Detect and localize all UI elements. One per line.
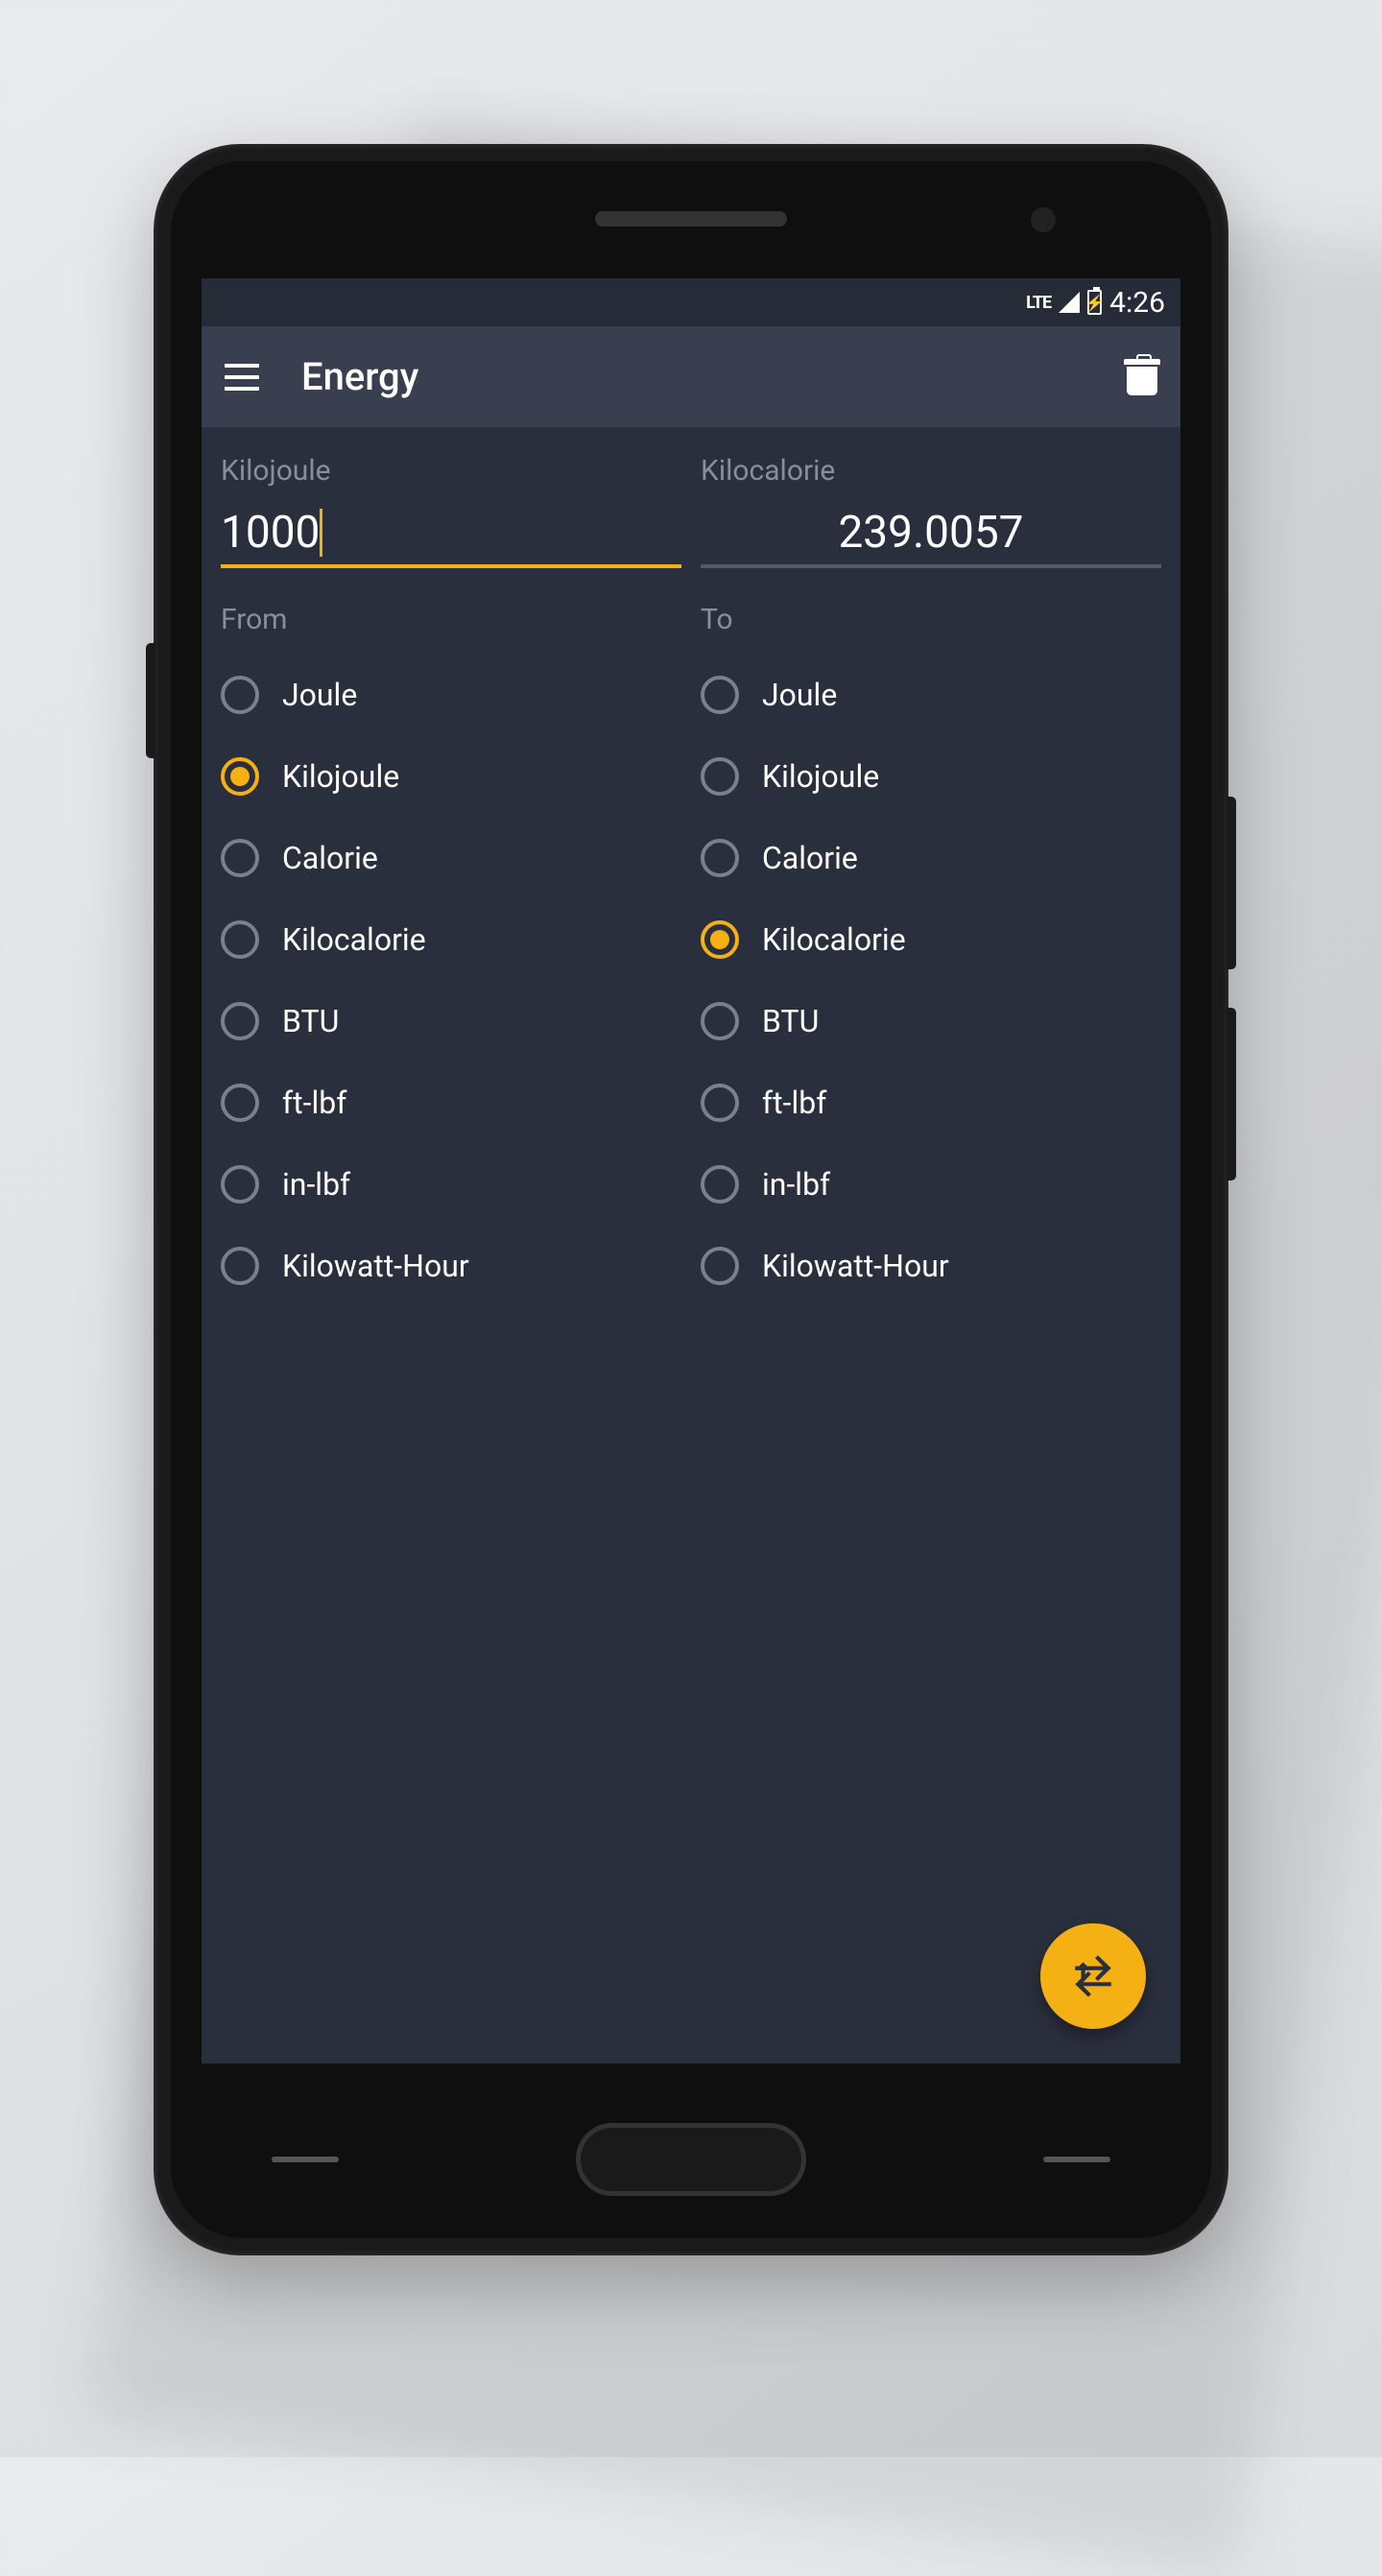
radio-icon — [701, 1247, 739, 1285]
phone-side-button-left — [146, 643, 155, 758]
radio-label: ft-lbf — [282, 1085, 346, 1121]
to-radio-ft-lbf[interactable]: ft-lbf — [701, 1061, 1161, 1143]
radio-label: BTU — [282, 1003, 339, 1039]
signal-icon — [1059, 292, 1080, 313]
app-bar: Energy — [202, 326, 1180, 427]
phone-frame: LTE ⚡ 4:26 Energy Kilojoule 1000 From — [154, 144, 1228, 2255]
from-value-input[interactable]: 1000 — [221, 501, 681, 568]
to-column: Kilocalorie 239.0057 To Joule Kilojoule Ca… — [701, 454, 1161, 1306]
radio-icon — [221, 839, 259, 877]
radio-icon — [221, 1247, 259, 1285]
to-value-display[interactable]: 239.0057 — [701, 501, 1161, 568]
nav-recent-button[interactable] — [1043, 2157, 1110, 2162]
radio-label: in-lbf — [762, 1166, 830, 1203]
radio-icon — [221, 757, 259, 796]
text-cursor — [320, 509, 322, 557]
to-radio-kilocalorie[interactable]: Kilocalorie — [701, 898, 1161, 980]
radio-icon — [221, 1165, 259, 1204]
from-section-label: From — [221, 603, 681, 636]
radio-label: Kilojoule — [282, 758, 399, 795]
radio-label: Kilocalorie — [282, 921, 426, 958]
radio-label: Joule — [762, 677, 837, 713]
to-unit-list: Joule Kilojoule Calorie Kilocalorie BTU ft-lb… — [701, 654, 1161, 1306]
page-title: Energy — [301, 354, 1127, 399]
phone-nav-bar — [154, 2063, 1228, 2255]
phone-side-button-right — [1227, 797, 1236, 969]
battery-icon: ⚡ — [1087, 290, 1102, 315]
phone-speaker — [595, 211, 787, 227]
delete-icon[interactable] — [1127, 359, 1157, 395]
radio-icon — [701, 757, 739, 796]
radio-icon — [701, 920, 739, 959]
app-screen: LTE ⚡ 4:26 Energy Kilojoule 1000 From — [202, 278, 1180, 2063]
from-radio-kilocalorie[interactable]: Kilocalorie — [221, 898, 681, 980]
radio-label: in-lbf — [282, 1166, 350, 1203]
phone-side-button-right — [1227, 1008, 1236, 1181]
radio-label: ft-lbf — [762, 1085, 826, 1121]
network-indicator: LTE — [1026, 293, 1051, 313]
radio-icon — [701, 1084, 739, 1122]
radio-label: Calorie — [762, 840, 858, 876]
radio-icon — [221, 1002, 259, 1040]
main-content: Kilojoule 1000 From Joule Kilojoule Calori… — [202, 427, 1180, 1333]
menu-icon[interactable] — [225, 364, 259, 391]
radio-icon — [701, 1002, 739, 1040]
from-radio-ft-lbf[interactable]: ft-lbf — [221, 1061, 681, 1143]
radio-label: Joule — [282, 677, 357, 713]
radio-label: Kilojoule — [762, 758, 879, 795]
from-radio-in-lbf[interactable]: in-lbf — [221, 1143, 681, 1225]
radio-icon — [701, 1165, 739, 1204]
radio-icon — [221, 676, 259, 714]
from-radio-kilowatt-hour[interactable]: Kilowatt-Hour — [221, 1225, 681, 1306]
from-radio-calorie[interactable]: Calorie — [221, 817, 681, 898]
nav-back-button[interactable] — [272, 2157, 339, 2162]
phone-camera — [1031, 207, 1056, 232]
to-radio-in-lbf[interactable]: in-lbf — [701, 1143, 1161, 1225]
to-radio-calorie[interactable]: Calorie — [701, 817, 1161, 898]
radio-icon — [701, 676, 739, 714]
radio-label: Kilowatt-Hour — [282, 1248, 469, 1284]
radio-icon — [701, 839, 739, 877]
radio-label: Kilowatt-Hour — [762, 1248, 949, 1284]
from-radio-joule[interactable]: Joule — [221, 654, 681, 735]
radio-icon — [221, 1084, 259, 1122]
status-bar: LTE ⚡ 4:26 — [202, 278, 1180, 326]
swap-icon — [1069, 1952, 1117, 2000]
to-radio-joule[interactable]: Joule — [701, 654, 1161, 735]
nav-home-button[interactable] — [576, 2123, 806, 2196]
from-radio-btu[interactable]: BTU — [221, 980, 681, 1061]
to-section-label: To — [701, 603, 1161, 636]
status-time: 4:26 — [1109, 286, 1165, 320]
to-radio-btu[interactable]: BTU — [701, 980, 1161, 1061]
to-radio-kilowatt-hour[interactable]: Kilowatt-Hour — [701, 1225, 1161, 1306]
from-value-text: 1000 — [221, 507, 320, 559]
from-unit-label: Kilojoule — [221, 454, 681, 488]
from-unit-list: Joule Kilojoule Calorie Kilocalorie BTU ft-lb… — [221, 654, 681, 1306]
radio-label: Kilocalorie — [762, 921, 906, 958]
radio-label: Calorie — [282, 840, 378, 876]
swap-button[interactable] — [1040, 1923, 1146, 2029]
from-column: Kilojoule 1000 From Joule Kilojoule Calori… — [221, 454, 681, 1306]
radio-icon — [221, 920, 259, 959]
to-value-text: 239.0057 — [838, 507, 1023, 559]
to-radio-kilojoule[interactable]: Kilojoule — [701, 735, 1161, 817]
radio-label: BTU — [762, 1003, 819, 1039]
to-unit-label: Kilocalorie — [701, 454, 1161, 488]
from-radio-kilojoule[interactable]: Kilojoule — [221, 735, 681, 817]
